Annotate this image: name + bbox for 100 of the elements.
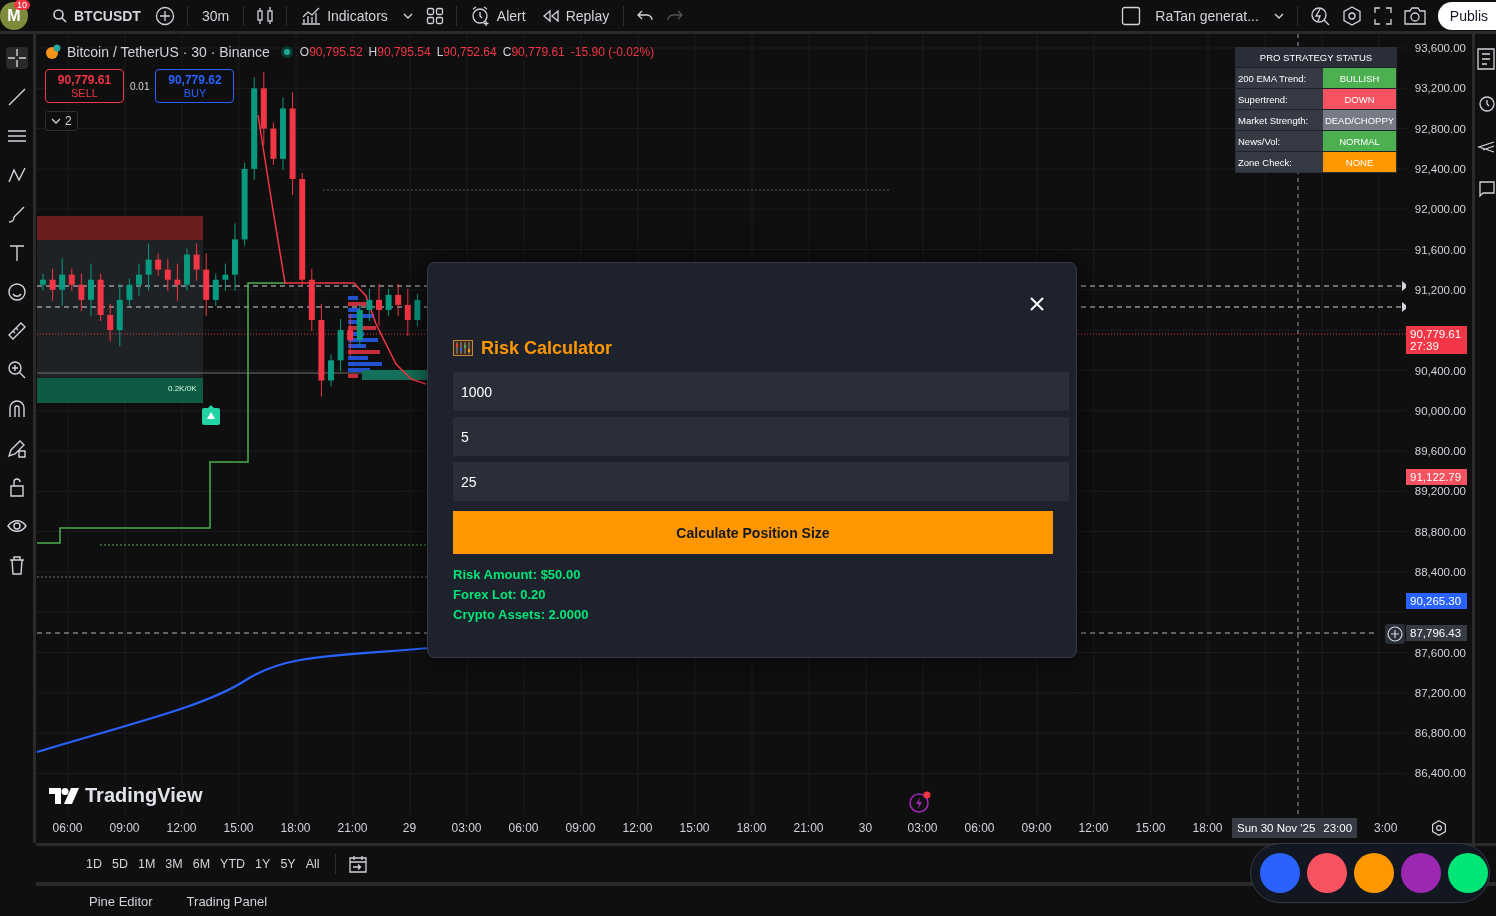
close-icon[interactable] bbox=[1030, 297, 1044, 311]
range-button[interactable]: 5D bbox=[109, 857, 131, 871]
symbol-search-button[interactable]: BTCUSDT bbox=[50, 5, 143, 26]
range-button[interactable]: YTD bbox=[217, 857, 249, 871]
price-tick: 89,200.00 bbox=[1414, 485, 1466, 498]
table-cell-text: 200 EMA Trend: bbox=[1237, 71, 1308, 86]
add-circle-icon[interactable] bbox=[154, 5, 175, 26]
publish-button[interactable]: Publis bbox=[1437, 1, 1496, 30]
input-field[interactable]: 5 bbox=[453, 417, 1069, 456]
candle bbox=[107, 303, 114, 342]
pencil-lock-icon[interactable] bbox=[5, 437, 28, 459]
ohlc-value: C90,779.61 bbox=[502, 45, 565, 59]
chevron-down-icon bbox=[51, 117, 61, 125]
table-cell-text: Supertrend: bbox=[1237, 92, 1289, 107]
table-cell-text: Market Strength: bbox=[1237, 113, 1310, 128]
candle bbox=[347, 313, 354, 357]
undo-icon[interactable] bbox=[636, 8, 655, 23]
bar-chart-icon bbox=[301, 6, 322, 25]
price-tick: 88,400.00 bbox=[1414, 566, 1466, 578]
candle bbox=[88, 263, 94, 317]
ohlc-value: O90,795.52 bbox=[299, 45, 363, 59]
panel-tab[interactable]: Trading Panel bbox=[186, 893, 268, 909]
settings-icon[interactable] bbox=[1341, 5, 1362, 26]
sell-button[interactable]: 90,779.61 SELL bbox=[45, 69, 124, 103]
lightning-search-icon[interactable] bbox=[1309, 5, 1330, 26]
collapse-indicators-button[interactable]: 2 bbox=[45, 111, 78, 131]
time-tick: 18:00 bbox=[1191, 821, 1224, 835]
range-button[interactable]: All bbox=[302, 857, 323, 871]
volume-bar bbox=[348, 350, 380, 354]
zoom-icon[interactable] bbox=[5, 359, 28, 381]
calendar-icon[interactable] bbox=[347, 854, 368, 874]
time-tick: 12:00 bbox=[1077, 821, 1110, 835]
flag-marker-icon bbox=[1402, 281, 1406, 312]
time-tick: 09:00 bbox=[1020, 821, 1053, 835]
dock-button[interactable] bbox=[1354, 853, 1394, 893]
indicators-button[interactable]: Indicators bbox=[299, 4, 390, 27]
candle bbox=[145, 242, 152, 292]
candle bbox=[203, 253, 210, 317]
range-button[interactable]: 6M bbox=[189, 857, 214, 871]
price-tag-value: 87,796.43 bbox=[1410, 627, 1463, 639]
range-button[interactable]: 1M bbox=[134, 857, 159, 871]
buy-button[interactable]: 90,779.62 BUY bbox=[155, 69, 235, 103]
range-button[interactable]: 1D bbox=[83, 857, 105, 871]
list-icon[interactable] bbox=[1476, 48, 1495, 70]
range-button[interactable]: 5Y bbox=[277, 857, 299, 871]
interval-button[interactable]: 30m bbox=[199, 5, 232, 26]
input-field[interactable]: 25 bbox=[453, 462, 1069, 501]
calculate-button[interactable]: Calculate Position Size bbox=[453, 511, 1053, 554]
dock-button[interactable] bbox=[1448, 853, 1488, 893]
layout-grid-icon[interactable] bbox=[425, 6, 444, 25]
input-field[interactable]: 1000 bbox=[453, 372, 1069, 411]
alert-button[interactable]: Alert bbox=[468, 3, 528, 28]
volume-bar bbox=[348, 296, 358, 300]
fullscreen-icon[interactable] bbox=[1373, 6, 1392, 25]
candle bbox=[222, 263, 229, 292]
redo-icon[interactable] bbox=[666, 8, 685, 23]
time-tick: 30 bbox=[857, 821, 874, 835]
tradingview-logo[interactable]: TradingView bbox=[49, 784, 203, 807]
add-circle-icon[interactable] bbox=[1385, 624, 1405, 644]
lightning-icon[interactable] bbox=[908, 790, 932, 814]
countdown-text: 27:39 bbox=[1410, 340, 1440, 352]
time-tick: 03:00 bbox=[906, 821, 939, 835]
checkbox-icon[interactable] bbox=[1121, 5, 1142, 26]
price-tick: 87,200.00 bbox=[1414, 686, 1466, 699]
buy-signal-icon bbox=[202, 405, 220, 425]
settings-icon[interactable] bbox=[1430, 820, 1447, 836]
candle bbox=[68, 268, 75, 292]
logo-text: TradingView bbox=[85, 784, 203, 807]
ohlc-value: H90,795.54 bbox=[368, 45, 431, 59]
range-button[interactable]: 1Y bbox=[252, 857, 274, 871]
dialog-title: Risk Calculator bbox=[481, 337, 613, 359]
candle bbox=[328, 353, 334, 387]
range-button[interactable]: 3M bbox=[162, 857, 186, 871]
volume-bar bbox=[348, 374, 358, 378]
candles-icon[interactable] bbox=[256, 5, 275, 26]
caret-icon[interactable] bbox=[1272, 11, 1285, 20]
time-tick: 12:00 bbox=[165, 821, 198, 835]
candle bbox=[136, 263, 142, 297]
crosshair-icon[interactable] bbox=[5, 47, 28, 69]
logo-mark-icon bbox=[49, 787, 79, 804]
price-change: -15.90 (-0.02%) bbox=[570, 45, 655, 59]
price-tag-value: 91,122.79 bbox=[1410, 471, 1463, 483]
candle bbox=[212, 273, 219, 307]
camera-icon[interactable] bbox=[1403, 6, 1426, 25]
panel-tab[interactable]: Pine Editor bbox=[89, 893, 153, 909]
replay-button[interactable]: Replay bbox=[539, 5, 612, 26]
layout-name-button[interactable]: RaTan generat... bbox=[1153, 5, 1261, 26]
caret-icon[interactable] bbox=[401, 11, 414, 20]
candle bbox=[395, 283, 402, 317]
candle bbox=[59, 258, 66, 307]
status-cell: NONE bbox=[1323, 152, 1396, 172]
table-title: PRO STRATEGY STATUS bbox=[1236, 48, 1396, 67]
candle bbox=[366, 288, 373, 322]
volume-bar bbox=[348, 362, 382, 366]
candle bbox=[404, 288, 411, 337]
candle bbox=[376, 283, 382, 327]
time-tick: 21:00 bbox=[792, 821, 825, 835]
emoji-icon[interactable] bbox=[5, 281, 28, 303]
dock-button[interactable] bbox=[1307, 853, 1347, 893]
candle bbox=[49, 268, 56, 302]
